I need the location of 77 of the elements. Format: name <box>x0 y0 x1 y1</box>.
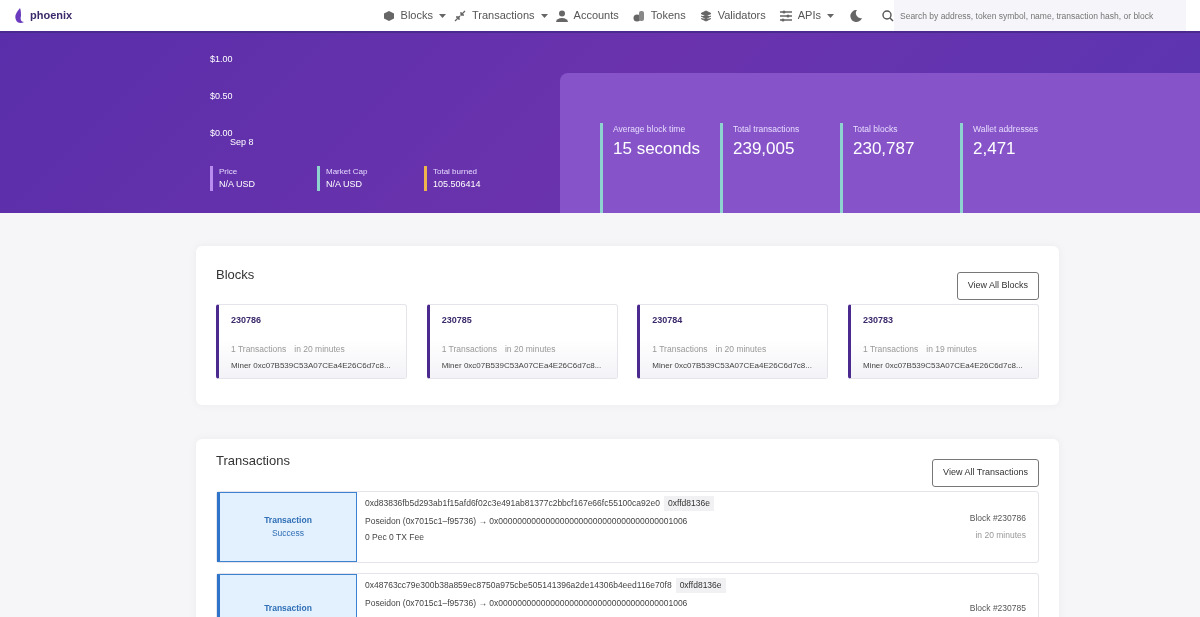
block-time: in 20 minutes <box>715 343 767 356</box>
block-link[interactable]: Block #230786 <box>969 512 1026 525</box>
view-all-button[interactable]: View All Blocks <box>956 272 1039 300</box>
method-tag: 0xffd8136e <box>675 577 726 593</box>
nav-link[interactable]: Tokens <box>644 7 692 24</box>
cube-icon <box>382 9 395 22</box>
axis-label: $1.00 <box>210 54 233 64</box>
transfer-route: Poseidon (0x7015c1–f95736) → 0x0000000000000000000000000000000000001006 <box>365 597 688 608</box>
search-icon <box>882 9 894 22</box>
block-card[interactable]: 230783 1 Transactions in 19 minutes Miner 0xc07B539C53A07CEa4E26C6d7c8... <box>847 303 1039 380</box>
stat-value: 15 seconds <box>613 137 701 160</box>
block-time: in 19 minutes <box>926 343 977 356</box>
stat-label: Total burned <box>433 165 479 178</box>
caret-icon[interactable] <box>540 13 548 18</box>
moon-icon[interactable] <box>850 9 862 22</box>
block-number: 230783 <box>861 313 894 327</box>
method-tag: 0xffd8136e <box>663 495 714 511</box>
stat-value: N/A USD <box>219 177 256 191</box>
stat-value: 230,787 <box>853 137 916 160</box>
transaction-status: Success <box>271 526 305 540</box>
axis-label: $0.00 <box>210 128 233 138</box>
block-number: 230785 <box>440 313 473 327</box>
section-title: Blocks <box>216 266 255 284</box>
block-number: 230786 <box>230 313 263 327</box>
transaction-row[interactable] <box>216 490 1039 563</box>
nav-link[interactable]: APIs <box>791 7 827 24</box>
stat-label: Price <box>219 165 239 178</box>
miner-address: Miner 0xc07B539C53A07CEa4E26C6d7c8... <box>441 359 602 372</box>
nav-link[interactable]: Blocks <box>394 7 439 24</box>
nav-link[interactable]: Validators <box>711 7 772 24</box>
axis-label: $0.50 <box>210 91 233 101</box>
brand-name[interactable]: phoenix <box>30 7 73 24</box>
transaction-row[interactable]: Transaction 0x48763cc79e300b38a859ec8750a975cbe505141396a2de14306b4eed116e70f8 0xffd8136e Poseidon (0x7015c1–f95736) → 0x0000000000000000000000000000000000001006 Block #230785 <box>216 572 1039 617</box>
arrows-icon <box>454 9 466 22</box>
stat-value: 239,005 <box>733 137 796 160</box>
block-number: 230784 <box>651 313 684 327</box>
miner-address: Miner 0xc07B539C53A07CEa4E26C6d7c8... <box>862 359 1023 372</box>
stat-label: Total blocks <box>853 123 899 136</box>
stat-value: 105.506414 <box>433 177 482 191</box>
transaction-fee: 0 Pec 0 TX Fee <box>365 532 424 543</box>
sliders-icon <box>779 9 792 22</box>
stat-value: N/A USD <box>326 177 363 191</box>
search-field[interactable]: Search by address, token symbol, name, transaction hash, or block <box>894 0 1186 31</box>
stat-label: Market Cap <box>326 165 369 178</box>
axis-label: Sep 8 <box>230 137 254 149</box>
block-card[interactable]: 230784 1 Transactions in 20 minutes Miner 0xc07B539C53A07CEa4E26C6d7c8... <box>637 303 829 380</box>
transaction-count: 1 Transactions <box>441 343 497 356</box>
transaction-count: 1 Transactions <box>652 343 708 356</box>
transfer-route: Poseidon (0x7015c1–f95736) → 0x0000000000000000000000000000000000001006 <box>365 515 688 526</box>
block-link[interactable]: Block #230785 <box>969 602 1026 616</box>
transaction-type: Transaction <box>264 602 312 616</box>
layers-icon <box>699 9 712 22</box>
logo-icon <box>14 7 26 24</box>
stat-value: 2,471 <box>973 137 1017 160</box>
caret-icon[interactable] <box>827 13 834 18</box>
transaction-count: 1 Transactions <box>862 343 919 356</box>
coins-icon <box>632 9 645 22</box>
transaction-time: in 20 minutes <box>974 528 1026 542</box>
miner-address: Miner 0xc07B539C53A07CEa4E26C6d7c8... <box>652 359 812 372</box>
nav-link[interactable]: Transactions <box>466 7 541 24</box>
section-title: Transactions <box>216 452 290 471</box>
nav-link[interactable]: Accounts <box>567 7 625 24</box>
caret-icon[interactable] <box>439 13 446 18</box>
view-all-button[interactable]: View All Transactions <box>932 459 1039 487</box>
transaction-hash[interactable]: 0x48763cc79e300b38a859ec8750a975cbe505141396a2de14306b4eed116e70f8 <box>365 578 672 592</box>
miner-address: Miner 0xc07B539C53A07CEa4E26C6d7c8... <box>231 359 391 372</box>
block-time: in 20 minutes <box>294 343 345 356</box>
transaction-count: 1 Transactions <box>231 343 287 356</box>
block-time: in 20 minutes <box>504 343 556 356</box>
block-card[interactable]: 230785 1 Transactions in 20 minutes Miner 0xc07B539C53A07CEa4E26C6d7c8... <box>426 303 618 380</box>
transaction-type: Transaction <box>264 514 312 527</box>
block-card[interactable]: 230786 1 Transactions in 20 minutes Miner 0xc07B539C53A07CEa4E26C6d7c8... <box>216 303 407 380</box>
stat-label: Total transactions <box>733 123 801 136</box>
transaction-hash[interactable]: 0xd83836fb5d293ab1f15afd6f02c3e491ab81377c2bbcf167e66fc55100ca92e0 <box>365 496 660 510</box>
stat-label: Wallet addresses <box>973 123 1039 136</box>
person-icon <box>555 9 568 22</box>
stat-label: Average block time <box>613 123 687 136</box>
